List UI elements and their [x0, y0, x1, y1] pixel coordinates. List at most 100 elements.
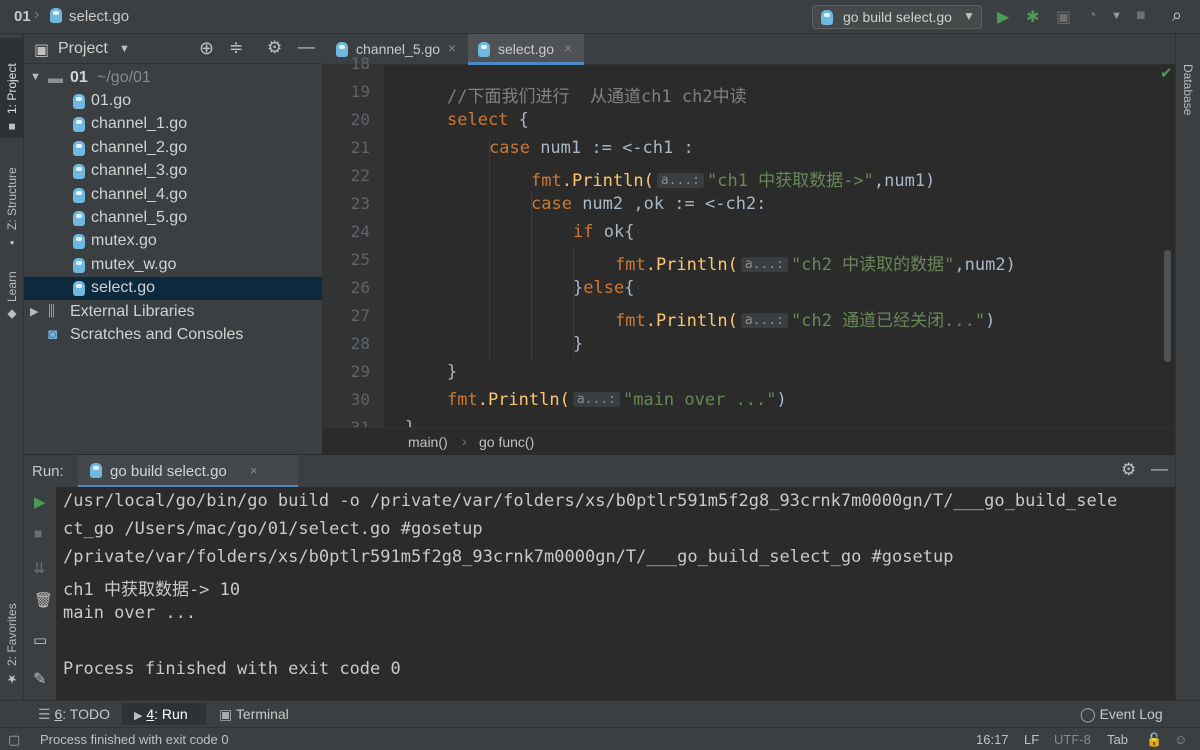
- status-bar: ▢ Process finished with exit code 0 16:1…: [0, 727, 1200, 750]
- collapse-all-icon[interactable]: ≑: [229, 38, 243, 58]
- tree-external-libraries[interactable]: ▶ ⫼ External Libraries: [24, 301, 322, 324]
- caret-position[interactable]: 16:17: [976, 732, 1009, 747]
- breadcrumb-file[interactable]: select.go: [69, 8, 129, 25]
- run-tool-tab[interactable]: ▶ 4: Run: [122, 703, 206, 725]
- project-view-selector[interactable]: Project: [58, 40, 108, 58]
- close-icon[interactable]: ×: [564, 40, 572, 56]
- left-tool-strip: ■ 1: Project ▪ Z: Structure ◆ Learn ★ 2:…: [0, 34, 24, 728]
- breadcrumb-go-func[interactable]: go func(): [479, 434, 534, 450]
- tree-root-path: ~/go/01: [97, 69, 151, 86]
- project-panel: ▣ Project ▼ ⊕ ≑ ⚙ — ▼ ▬ 01 ~/go/01 01.go…: [24, 34, 322, 454]
- tree-file-item[interactable]: channel_3.go: [24, 160, 322, 183]
- tree-file-item[interactable]: select.go: [24, 277, 322, 301]
- layout-icon[interactable]: ▭: [33, 631, 47, 649]
- scroll-to-end-icon[interactable]: ⇊: [33, 559, 46, 577]
- tab-structure[interactable]: ▪ Z: Structure: [0, 144, 24, 254]
- event-log-icon: ◯: [1080, 706, 1096, 722]
- rerun-icon[interactable]: ▶: [34, 493, 46, 511]
- lock-icon[interactable]: 🔓: [1146, 732, 1162, 748]
- tree-scratches-label: Scratches and Consoles: [70, 326, 244, 343]
- package-name: fmt: [531, 171, 562, 191]
- search-everywhere-icon[interactable]: ⌕: [1172, 5, 1182, 26]
- string-literal: "ch1 中获取数据->": [706, 171, 874, 191]
- hide-panel-icon[interactable]: —: [298, 37, 315, 57]
- line-separator[interactable]: LF: [1024, 732, 1039, 747]
- profile-icon[interactable]: ◔: [1087, 7, 1097, 25]
- code-editor[interactable]: ✔ //下面我们进行 从通道ch1 ch2中读 select { case nu…: [384, 65, 1175, 427]
- indent-setting[interactable]: Tab: [1107, 732, 1128, 747]
- parameter-hint: a...:: [740, 313, 788, 328]
- code-line-19: //下面我们进行 从通道ch1 ch2中读: [447, 82, 747, 107]
- tree-file-label: mutex.go: [91, 232, 157, 250]
- parameter-hint: a...:: [572, 392, 620, 407]
- code-text: ): [776, 390, 787, 410]
- hide-panel-icon[interactable]: —: [1151, 459, 1168, 479]
- chevron-down-icon[interactable]: ▼: [119, 43, 130, 55]
- toggle-tool-windows-icon[interactable]: ▢: [8, 732, 20, 748]
- gear-icon[interactable]: ⚙: [1121, 460, 1136, 480]
- breadcrumb-main[interactable]: main(): [408, 434, 448, 450]
- more-run-options-icon[interactable]: ▼: [1111, 10, 1122, 22]
- tree-file-item[interactable]: channel_4.go: [24, 184, 322, 207]
- run-icon[interactable]: ▶: [997, 7, 1009, 27]
- run-configuration-dropdown[interactable]: go build select.go ▼: [812, 5, 982, 29]
- expand-arrow-icon[interactable]: ▼: [30, 71, 41, 83]
- tab-database[interactable]: Database: [1181, 64, 1195, 115]
- tree-root-folder[interactable]: ▼ ▬ 01 ~/go/01: [24, 67, 322, 90]
- terminal-tab[interactable]: ▣ Terminal: [219, 706, 289, 723]
- tree-file-item[interactable]: 01.go: [24, 90, 322, 113]
- go-file-icon: [478, 42, 490, 57]
- pin-icon[interactable]: ✎: [33, 669, 46, 689]
- line-number: 19: [350, 82, 370, 101]
- tree-file-label: 01.go: [91, 92, 132, 109]
- editor-scrollbar[interactable]: [1164, 250, 1171, 362]
- todo-tab[interactable]: ☰ 6: TODO: [38, 706, 110, 723]
- line-number: 29: [350, 362, 370, 381]
- expand-arrow-icon[interactable]: ▶: [30, 305, 38, 318]
- tab-favorites-label: 2: Favorites: [5, 603, 19, 666]
- file-encoding[interactable]: UTF-8: [1054, 732, 1091, 747]
- line-number: 22: [350, 166, 370, 185]
- run-tab[interactable]: go build select.go ×: [78, 455, 298, 488]
- folder-icon: ■: [5, 120, 19, 134]
- tree-file-item[interactable]: mutex_w.go: [24, 254, 322, 277]
- go-file-icon: [73, 94, 85, 109]
- gear-icon[interactable]: ⚙: [267, 38, 282, 58]
- chevron-down-icon: ▼: [963, 9, 975, 23]
- breadcrumb-root[interactable]: 01: [14, 8, 31, 25]
- console-line: ct_go /Users/mac/go/01/select.go #gosetu…: [63, 519, 483, 539]
- debug-icon[interactable]: ✱: [1026, 7, 1039, 27]
- tree-file-item[interactable]: channel_1.go: [24, 113, 322, 136]
- navigation-bar: 01 › select.go go build select.go ▼ ▶ ✱ …: [0, 0, 1200, 34]
- tree-file-item[interactable]: channel_5.go: [24, 207, 322, 230]
- run-console[interactable]: /usr/local/go/bin/go build -o /private/v…: [56, 487, 1160, 700]
- tree-scratches[interactable]: ◙ Scratches and Consoles: [24, 324, 322, 347]
- code-line-27: fmt.Println(a...: "ch2 通道已经关闭..."): [615, 306, 995, 331]
- event-log-tab[interactable]: ◯ Event Log: [1080, 706, 1163, 723]
- tab-learn[interactable]: ◆ Learn: [0, 260, 24, 326]
- inspector-icon[interactable]: ☺: [1174, 732, 1187, 747]
- tab-select[interactable]: select.go ×: [468, 34, 584, 65]
- string-literal: "main over ...": [622, 390, 777, 410]
- status-message[interactable]: Process finished with exit code 0: [40, 732, 229, 747]
- close-icon[interactable]: ×: [250, 463, 258, 478]
- string-literal: "ch2 中读取的数据": [790, 255, 955, 275]
- stop-icon[interactable]: ■: [34, 525, 42, 541]
- package-name: fmt: [447, 390, 478, 410]
- trash-icon[interactable]: 🗑: [34, 591, 53, 609]
- code-text: ok{: [593, 222, 635, 242]
- list-icon: ☰: [38, 706, 51, 722]
- tab-project[interactable]: ■ 1: Project: [0, 38, 24, 138]
- run-with-coverage-icon[interactable]: ▣: [1056, 7, 1071, 27]
- scratches-icon: ◙: [48, 326, 58, 343]
- stop-icon[interactable]: ■: [1136, 7, 1146, 25]
- console-line: /usr/local/go/bin/go build -o /private/v…: [63, 491, 1118, 511]
- close-icon[interactable]: ×: [448, 40, 456, 56]
- tree-file-item[interactable]: mutex.go: [24, 230, 322, 253]
- run-tab-number: 4: [146, 706, 155, 722]
- locate-file-icon[interactable]: ⊕: [199, 38, 214, 59]
- go-file-icon: [73, 234, 85, 250]
- tree-file-item[interactable]: channel_2.go: [24, 137, 322, 160]
- inspection-ok-icon[interactable]: ✔: [1160, 65, 1173, 82]
- tab-favorites[interactable]: ★ 2: Favorites: [0, 590, 24, 690]
